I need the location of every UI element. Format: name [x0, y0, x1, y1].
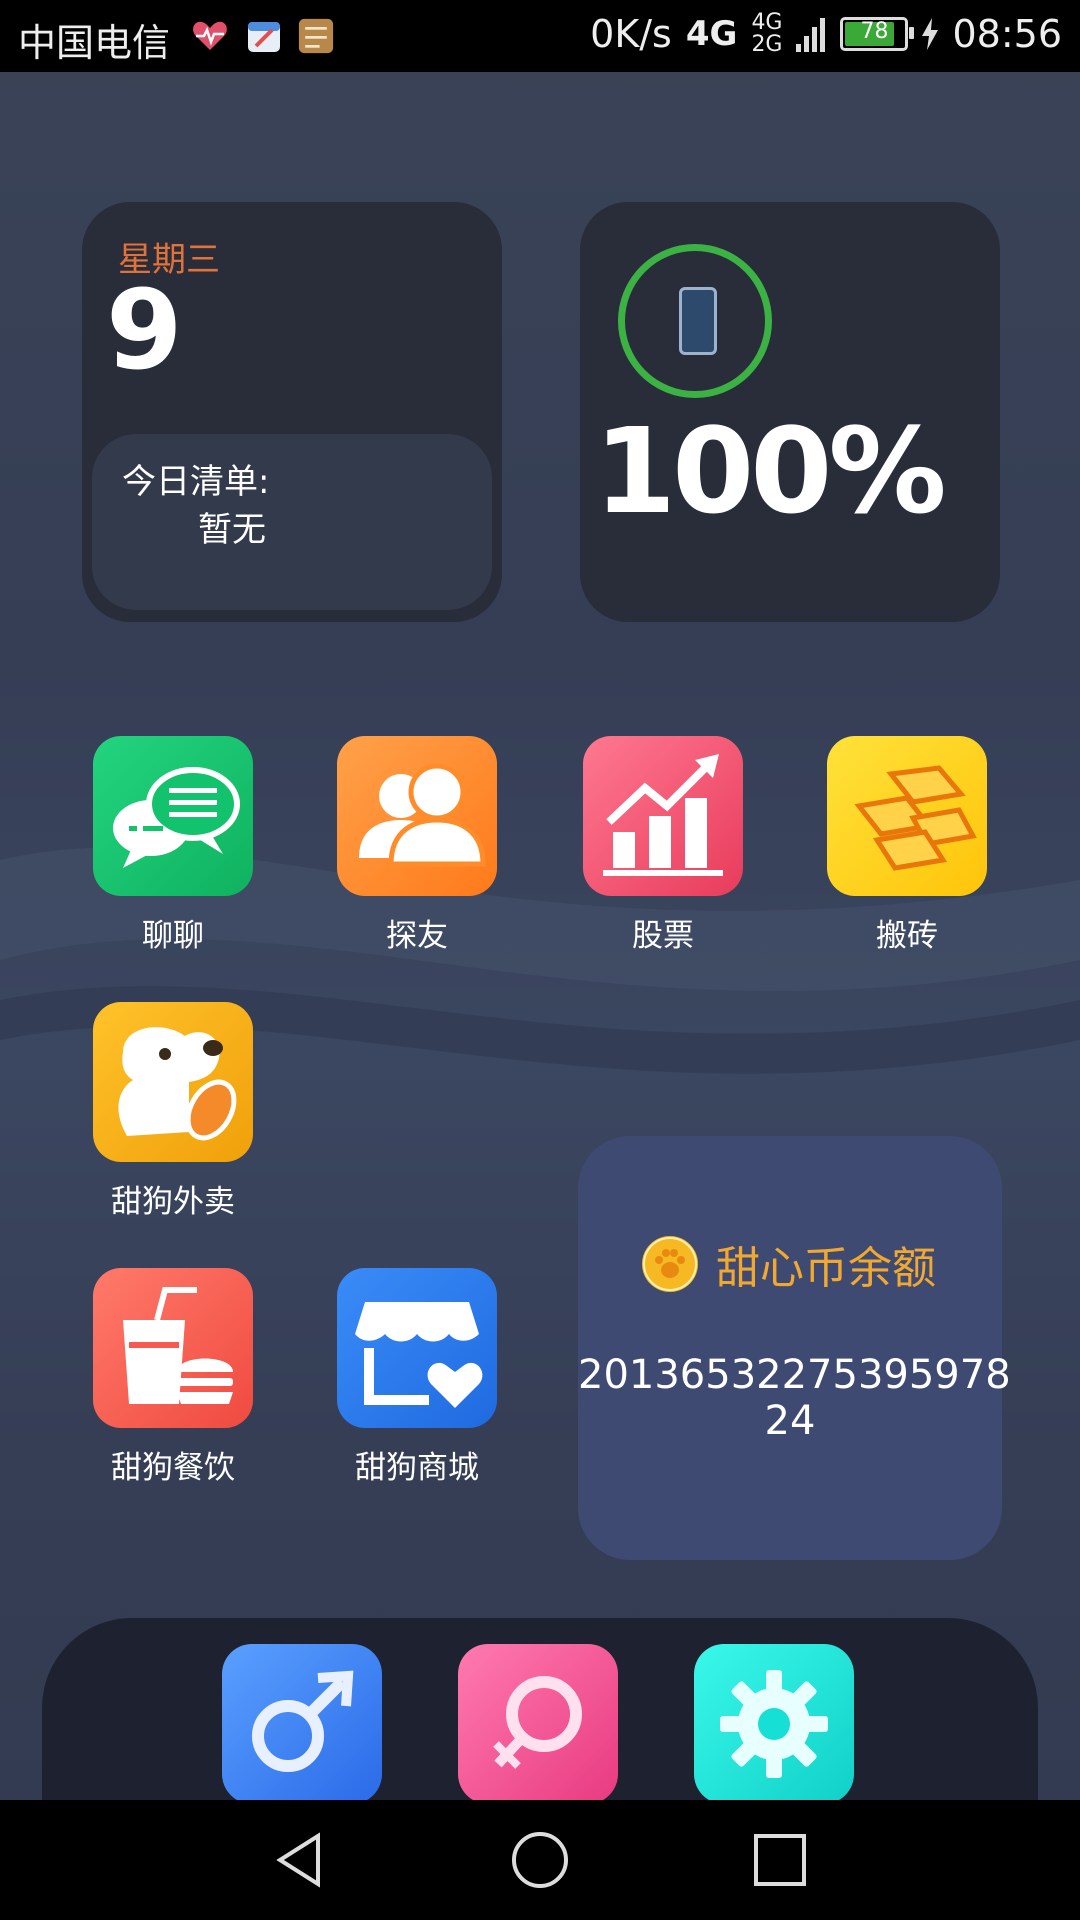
network-dual: 4G 2G — [751, 10, 783, 57]
female-icon[interactable] — [458, 1644, 618, 1804]
app-label: 甜狗餐饮 — [111, 1450, 235, 1486]
app-friends[interactable]: 探友 — [332, 736, 502, 955]
app-dog-mall[interactable]: 甜狗商城 — [332, 1268, 502, 1487]
home-icon[interactable] — [510, 1830, 570, 1890]
male-icon[interactable] — [222, 1644, 382, 1804]
charging-icon — [922, 18, 939, 50]
network-type: 4G — [685, 14, 738, 54]
app-gold[interactable]: 搬砖 — [822, 736, 992, 955]
shop-heart-icon — [337, 1268, 497, 1428]
battery-widget[interactable]: 100% — [580, 202, 1000, 622]
clock: 08:56 — [952, 12, 1062, 56]
app-label: 股票 — [632, 918, 694, 954]
recents-icon[interactable] — [750, 1830, 810, 1890]
net-speed: 0K/s — [590, 12, 672, 56]
day-number: 9 — [106, 266, 183, 394]
battery-percent: 100% — [594, 402, 947, 540]
app-stocks[interactable]: 股票 — [578, 736, 748, 955]
paw-icon — [642, 1236, 698, 1292]
app-label: 搬砖 — [876, 918, 938, 954]
todo-panel[interactable]: 今日清单: 暂无 — [92, 434, 492, 610]
coin-title-row: 甜心币余额 — [642, 1232, 936, 1296]
settings-gear-icon[interactable] — [694, 1644, 854, 1804]
calendar-app-icon — [248, 22, 280, 52]
todo-title: 今日清单: — [122, 462, 270, 502]
app-label: 聊聊 — [142, 918, 204, 954]
battery-indicator: 78 — [840, 17, 915, 51]
signal-icon — [796, 18, 826, 52]
app-label: 探友 — [386, 918, 448, 954]
todo-value: 暂无 — [198, 510, 266, 550]
date-widget[interactable]: 星期三 9 今日清单: 暂无 — [82, 202, 502, 622]
gold-bars-icon — [827, 736, 987, 896]
app-chat[interactable]: 聊聊 — [88, 736, 258, 955]
app-label: 甜狗商城 — [355, 1450, 479, 1486]
carrier-name: 中国电信 — [18, 21, 171, 65]
heart-rate-icon — [193, 21, 227, 50]
app-dog-dining[interactable]: 甜狗餐饮 — [88, 1268, 258, 1487]
navigation-bar — [0, 1800, 1080, 1920]
stock-chart-icon — [583, 736, 743, 896]
status-bar: 中国电信 0K/s 4G 4G 2G 78 08:56 — [0, 0, 1080, 72]
app-label: 甜狗外卖 — [111, 1184, 235, 1220]
friends-icon — [337, 736, 497, 896]
coin-balance-widget[interactable]: 甜心币余额 20136532275395978​24 — [578, 1136, 1011, 1560]
back-icon[interactable] — [270, 1830, 330, 1890]
dog-icon — [93, 1002, 253, 1162]
app-dog-delivery[interactable]: 甜狗外卖 — [88, 1002, 258, 1221]
chat-bubbles-icon — [93, 736, 253, 896]
status-right: 0K/s 4G 4G 2G 78 08:56 — [590, 10, 1062, 57]
coin-title: 甜心币余额 — [716, 1243, 936, 1294]
battery-ring — [618, 244, 772, 398]
coin-balance: 20136532275395978​24 — [578, 1352, 1011, 1444]
notes-app-icon — [298, 18, 334, 54]
drink-burger-icon — [93, 1268, 253, 1428]
phone-icon — [679, 287, 717, 355]
